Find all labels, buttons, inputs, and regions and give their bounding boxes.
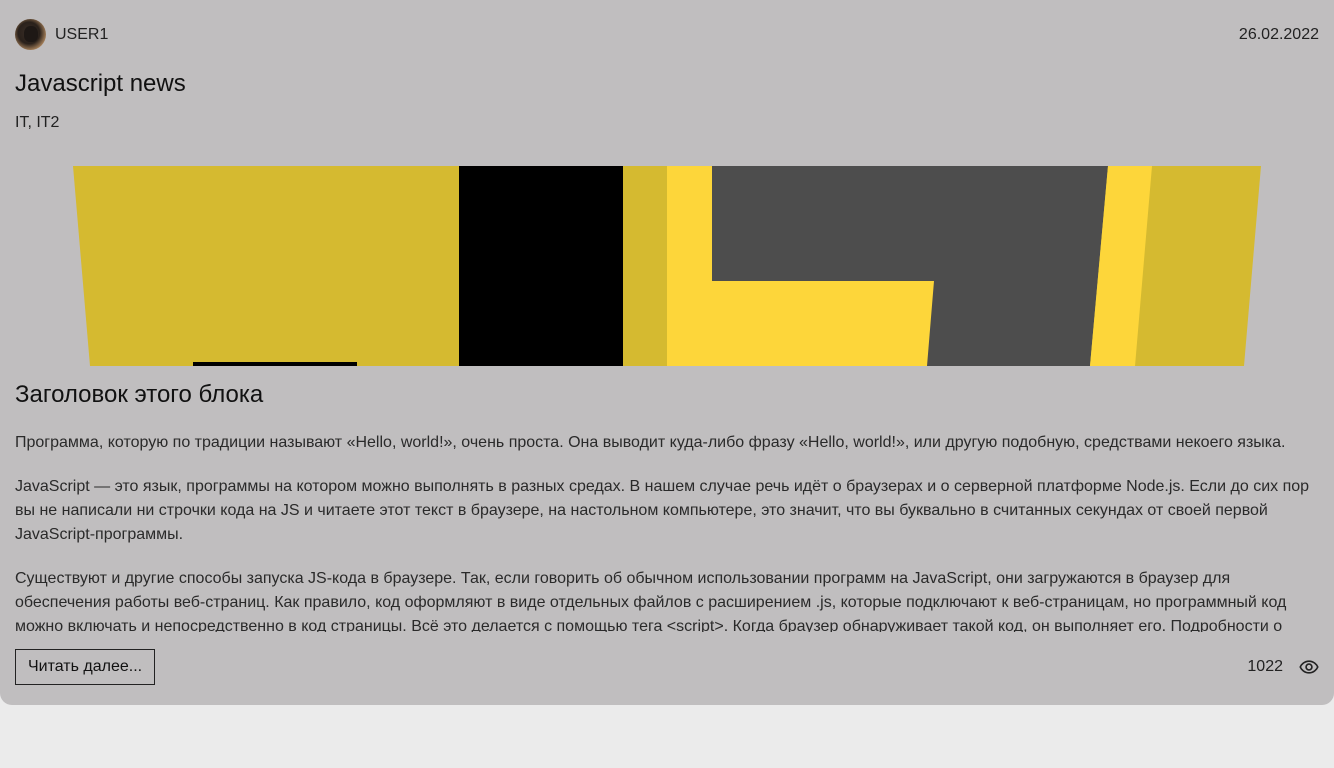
post-card: USER1 26.02.2022 Javascript news IT, IT2… xyxy=(0,0,1334,705)
author-block[interactable]: USER1 xyxy=(15,19,108,50)
post-tags: IT, IT2 xyxy=(15,114,60,131)
post-footer: Читать далее... 1022 xyxy=(15,649,1319,685)
views-count: 1022 xyxy=(1247,658,1283,675)
paragraph: Программа, которую по традиции называют … xyxy=(15,434,1286,451)
post-date: 26.02.2022 xyxy=(1238,25,1319,43)
eye-icon xyxy=(1299,657,1319,677)
section-heading: Заголовок этого блока xyxy=(15,381,264,408)
post-banner-image xyxy=(73,166,1261,366)
post-header: USER1 26.02.2022 xyxy=(15,19,1319,50)
paragraph: Существуют и другие способы запуска JS-к… xyxy=(15,570,1287,632)
post-title: Javascript news xyxy=(15,70,186,97)
read-more-button[interactable]: Читать далее... xyxy=(15,649,156,685)
avatar[interactable] xyxy=(15,19,46,50)
js-logo-banner xyxy=(73,166,1261,366)
author-name[interactable]: USER1 xyxy=(55,26,108,44)
post-body: Программа, которую по традиции называют … xyxy=(15,431,1320,632)
views-counter: 1022 xyxy=(1247,657,1319,677)
paragraph: JavaScript — это язык, программы на кото… xyxy=(15,478,1310,543)
